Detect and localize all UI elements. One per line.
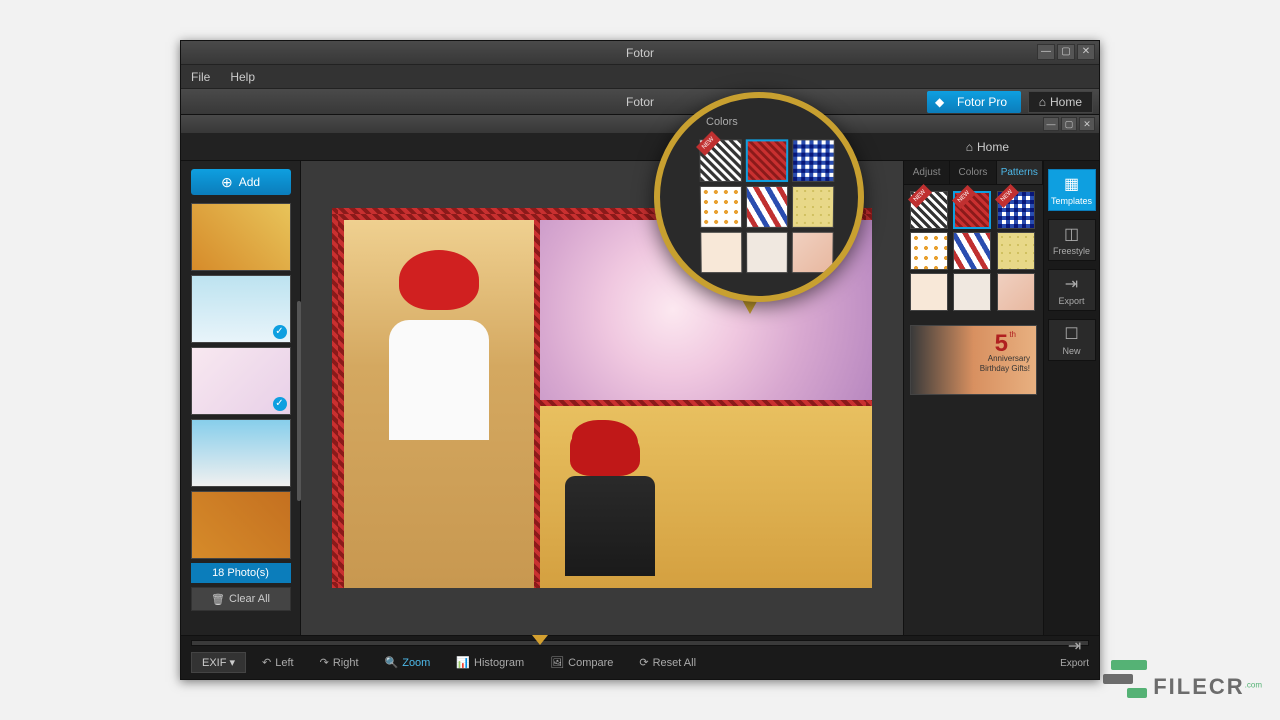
new-badge: NEW (952, 185, 976, 209)
promo-text: Anniversary Birthday Gifts! (980, 354, 1030, 374)
child-minimize-button[interactable]: — (1043, 117, 1059, 131)
pattern-peach-floral[interactable] (997, 273, 1035, 311)
export-icon: ⇥ (1065, 274, 1078, 294)
maximize-button[interactable]: ▢ (1057, 44, 1075, 60)
photo-count: 18 Photo(s) (191, 563, 291, 583)
pattern-diagonal-bw[interactable]: NEW (910, 191, 948, 229)
export-icon: ⇥ (1068, 636, 1081, 656)
bottom-bar: EXIF ▾ ↶Left ↷Right 🔍Zoom 📊Histogram 🖼Co… (181, 635, 1099, 679)
mode-new-button[interactable]: ☐ New (1048, 319, 1096, 361)
collage-cell-3[interactable] (540, 406, 872, 588)
export-button-bottom[interactable]: ⇥ Export (1060, 636, 1089, 669)
templates-icon: ▦ (1064, 174, 1079, 194)
rotate-left-button[interactable]: ↶Left (252, 653, 304, 672)
thumb-autumn-woman[interactable] (191, 491, 291, 559)
mode-export-button[interactable]: ⇥ Export (1048, 269, 1096, 311)
home-button-outer[interactable]: ⌂ Home (1028, 91, 1093, 113)
pattern-blue-gingham[interactable]: NEW (997, 191, 1035, 229)
histogram-icon: 📊 (456, 656, 470, 669)
top-bar: Fotor Fotor Pro ⌂ Home (181, 89, 1099, 115)
collage-cell-1[interactable] (344, 220, 534, 588)
pattern-cream-2[interactable] (953, 273, 991, 311)
close-button[interactable]: ✕ (1077, 44, 1095, 60)
home-icon: ⌂ (1039, 92, 1046, 112)
new-badge: NEW (908, 184, 932, 208)
thumb-autumn-kids[interactable] (191, 203, 291, 271)
pattern-cream-1[interactable] (910, 273, 948, 311)
pattern-tricolor-stripes[interactable] (953, 232, 991, 270)
magnifier-overlay: Colors NEW NEW NEW (654, 92, 864, 302)
mag-pattern-peach-floral (792, 232, 834, 273)
pattern-grid: NEW NEW NEW (904, 185, 1043, 317)
title-bar: Fotor — ▢ ✕ (181, 41, 1099, 65)
magnifier-tab-colors: Colors (706, 116, 738, 128)
main-area: Add 18 Photo(s) Clear All (181, 161, 1099, 635)
thumbnail-list (191, 203, 291, 559)
thumb-flower[interactable] (191, 347, 291, 415)
rotate-right-button[interactable]: ↷Right (310, 653, 369, 672)
filecr-logo-icon (1103, 660, 1147, 700)
add-button[interactable]: Add (191, 169, 291, 195)
freestyle-icon: ◫ (1064, 224, 1079, 244)
minimize-button[interactable]: — (1037, 44, 1055, 60)
watermark-com: .com (1245, 681, 1262, 690)
left-panel: Add 18 Photo(s) Clear All (181, 161, 301, 635)
exif-button[interactable]: EXIF ▾ (191, 652, 246, 673)
reset-all-button[interactable]: ⟳Reset All (629, 653, 706, 672)
mag-pattern-cream-1 (700, 232, 742, 273)
mag-pattern-orange-dots (700, 186, 742, 228)
magnifier-pattern-grid: NEW NEW NEW (699, 139, 835, 273)
mag-pattern-tricolor-stripes (746, 186, 788, 228)
reset-icon: ⟳ (639, 656, 648, 669)
tab-colors[interactable]: Colors (950, 161, 996, 184)
sub-window-title: Fotor (626, 95, 654, 109)
mag-pattern-blue-gingham: NEW (792, 139, 835, 182)
mag-pattern-yellow-floss (792, 186, 834, 228)
app-window: Fotor — ▢ ✕ File Help Fotor Fotor Pro ⌂ … (180, 40, 1100, 680)
promo-banner[interactable]: 5 th Anniversary Birthday Gifts! (910, 325, 1037, 395)
tab-adjust[interactable]: Adjust (904, 161, 950, 184)
watermark: FILECR.com (1103, 660, 1262, 700)
right-panel: Adjust Colors Patterns NEW NEW NEW 5 th … (903, 161, 1043, 635)
compare-button[interactable]: 🖼Compare (540, 653, 623, 672)
watermark-text: FILECR (1153, 674, 1244, 699)
far-right-panel: ▦ Templates ◫ Freestyle ⇥ Export ☐ New (1043, 161, 1099, 635)
window-title: Fotor (626, 46, 654, 60)
menu-help[interactable]: Help (226, 68, 259, 86)
thumb-beach-girl[interactable] (191, 275, 291, 343)
left-scrollbar[interactable] (297, 301, 301, 501)
pattern-yellow-floss[interactable] (997, 232, 1035, 270)
mag-pattern-red-plaid: NEW (746, 139, 788, 182)
child-close-button[interactable]: ✕ (1079, 117, 1095, 131)
rotate-right-icon: ↷ (320, 656, 329, 669)
home-button-inner[interactable]: ⌂ Home (966, 140, 1009, 154)
pattern-red-plaid[interactable]: NEW (953, 191, 991, 229)
pattern-orange-dots[interactable] (910, 232, 948, 270)
histogram-button[interactable]: 📊Histogram (446, 653, 534, 672)
promo-suffix: th (1009, 330, 1016, 339)
mag-pattern-cream-2 (746, 232, 788, 273)
timeline-marker[interactable] (532, 635, 548, 645)
menu-bar: File Help (181, 65, 1099, 89)
new-icon: ☐ (1064, 324, 1078, 344)
child-maximize-button[interactable]: ▢ (1061, 117, 1077, 131)
rotate-left-icon: ↶ (262, 656, 271, 669)
thumb-venice[interactable] (191, 419, 291, 487)
compare-icon: 🖼 (550, 656, 564, 669)
mode-templates-button[interactable]: ▦ Templates (1048, 169, 1096, 211)
fotor-pro-button[interactable]: Fotor Pro (927, 91, 1021, 113)
zoom-icon: 🔍 (385, 656, 399, 669)
child-title-bar: — ▢ ✕ (181, 115, 1099, 133)
menu-file[interactable]: File (187, 68, 214, 86)
new-badge: NEW (995, 184, 1019, 208)
zoom-button[interactable]: 🔍Zoom (375, 653, 441, 672)
secondary-toolbar: ⌂ Home (181, 133, 1099, 161)
home-icon: ⌂ (966, 140, 973, 154)
pattern-tabs: Adjust Colors Patterns (904, 161, 1043, 185)
tab-patterns[interactable]: Patterns (997, 161, 1043, 184)
mode-freestyle-button[interactable]: ◫ Freestyle (1048, 219, 1096, 261)
timeline-track[interactable] (191, 640, 1089, 646)
clear-all-button[interactable]: Clear All (191, 587, 291, 611)
